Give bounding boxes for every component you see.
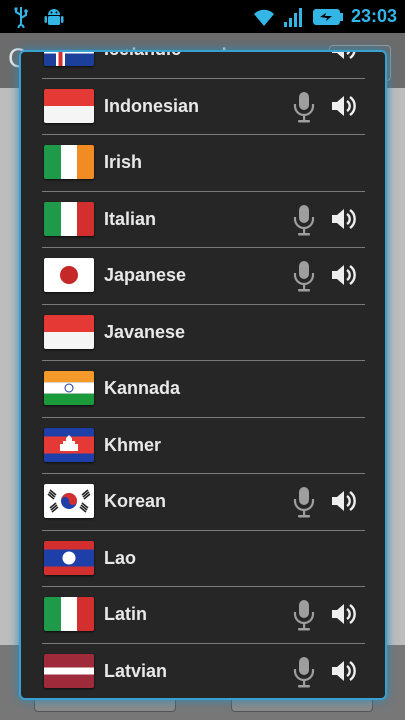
usb-icon xyxy=(10,0,32,33)
italy-flag-icon xyxy=(44,597,94,631)
android-debug-icon xyxy=(42,0,66,33)
ireland-flag-icon xyxy=(44,145,94,179)
language-label: Latin xyxy=(104,604,147,624)
language-row-indonesian[interactable]: Indonesian xyxy=(42,79,365,135)
language-label: Kannada xyxy=(104,378,181,398)
speaker-icon xyxy=(331,488,357,514)
language-label: Irish xyxy=(104,152,143,172)
japan-flag-icon xyxy=(44,258,94,292)
microphone-icon xyxy=(293,204,315,236)
microphone-icon xyxy=(293,486,315,518)
latvia-flag-icon xyxy=(44,653,94,688)
language-label: Khmer xyxy=(104,434,162,455)
language-label: Japanese xyxy=(104,265,187,285)
language-row-lao[interactable]: Lao xyxy=(42,531,365,587)
clock: 23:03 xyxy=(350,6,397,26)
microphone-icon xyxy=(293,91,315,123)
microphone-icon xyxy=(293,599,315,631)
speaker-icon xyxy=(331,93,357,119)
language-row-khmer[interactable]: Khmer xyxy=(42,418,365,474)
microphone-icon xyxy=(293,260,315,292)
speaker-icon xyxy=(331,52,357,62)
language-label: Icelandic xyxy=(104,52,181,77)
indonesia-flag-icon xyxy=(44,314,94,349)
indonesia-flag-icon xyxy=(44,88,94,123)
speaker-icon xyxy=(331,601,357,627)
language-label: Latvian xyxy=(104,660,168,681)
language-label: Javanese xyxy=(104,321,186,342)
cambodia-flag-icon xyxy=(44,427,94,462)
language-row-latvian[interactable]: Latvian xyxy=(42,644,365,699)
language-label: Italian xyxy=(104,208,157,229)
speaker-icon xyxy=(331,658,357,684)
language-row-javanese[interactable]: Javanese xyxy=(42,305,365,361)
laos-flag-icon xyxy=(44,540,94,575)
speaker-icon xyxy=(331,262,357,288)
language-row-japanese[interactable]: Japanese xyxy=(42,248,365,305)
battery-icon xyxy=(311,0,345,33)
language-picker-dialog: Icelandic Indonesian Irish Italian Japanese J… xyxy=(19,50,387,700)
iceland-flag-icon xyxy=(44,52,94,66)
language-list[interactable]: Icelandic Indonesian Irish Italian Japanese J… xyxy=(21,52,385,699)
signal-icon xyxy=(281,0,305,33)
wifi-icon xyxy=(252,0,276,33)
language-label: Indonesian xyxy=(104,95,200,116)
italy-flag-icon xyxy=(44,201,94,236)
language-row-korean[interactable]: Korean xyxy=(42,474,365,531)
language-label: Lao xyxy=(104,547,137,568)
korea-flag-icon xyxy=(44,484,94,518)
india-flag-icon xyxy=(44,371,94,405)
language-label: Korean xyxy=(104,491,167,511)
language-row-icelandic[interactable]: Icelandic xyxy=(42,52,365,79)
language-row-kannada[interactable]: Kannada xyxy=(42,361,365,418)
language-row-latin[interactable]: Latin xyxy=(42,587,365,644)
speaker-icon xyxy=(331,206,357,232)
language-row-italian[interactable]: Italian xyxy=(42,192,365,248)
microphone-icon xyxy=(293,656,315,688)
status-bar: 23:03 xyxy=(0,0,405,33)
language-row-irish[interactable]: Irish xyxy=(42,135,365,192)
